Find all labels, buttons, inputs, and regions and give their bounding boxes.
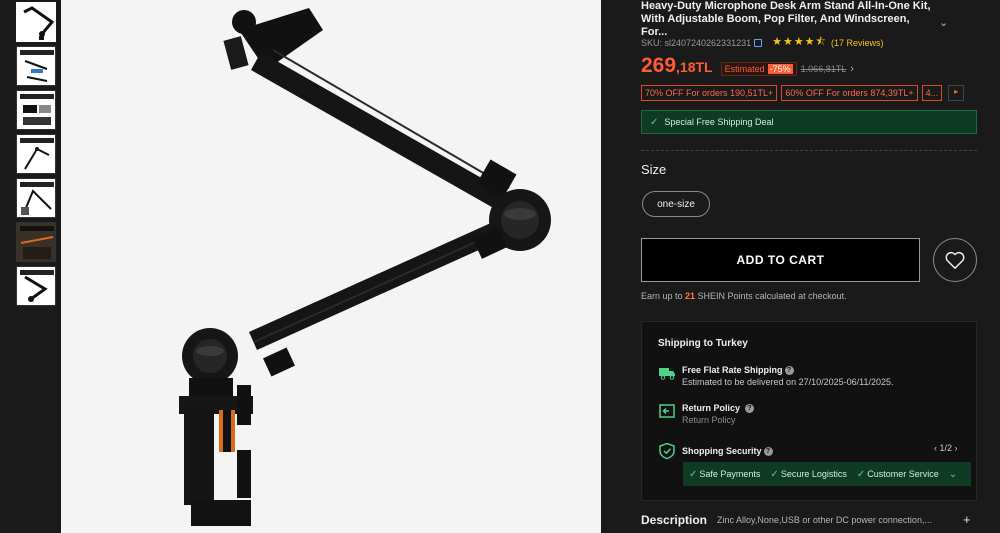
size-label: Size: [641, 162, 667, 177]
thumbnail-4[interactable]: [16, 134, 56, 174]
special-shipping-deal: ✓ Special Free Shipping Deal: [641, 110, 977, 134]
promo-row: 70% OFF For orders 190,51TL+ 60% OFF For…: [641, 85, 965, 101]
thumbnail-3[interactable]: [16, 90, 56, 130]
rating-stars-icon: ★★★★⯪: [772, 36, 827, 48]
chevron-right-icon: ›: [952, 443, 958, 453]
check-icon: ✓: [650, 116, 659, 128]
reviews-link[interactable]: (17 Reviews): [831, 38, 884, 48]
thumbnail-5[interactable]: [16, 178, 56, 218]
description-label: Description: [641, 512, 708, 527]
description-preview: Zinc Alloy,None,USB or other DC power co…: [717, 514, 932, 525]
free-shipping-row: Free Flat Rate Shipping? Estimated to be…: [658, 364, 894, 388]
add-to-cart-button[interactable]: ADD TO CART: [641, 238, 920, 282]
security-pager[interactable]: ‹ 1/2 ›: [934, 443, 958, 453]
copy-icon[interactable]: [754, 38, 763, 47]
estimated-badge: Estimated -75%: [720, 62, 797, 76]
chevron-down-icon[interactable]: ⌄: [939, 16, 948, 29]
product-info-panel: Heavy-Duty Microphone Desk Arm Stand All…: [641, 0, 986, 527]
delivery-estimate: Estimated to be delivered on 27/10/2025-…: [682, 377, 894, 387]
security-item: ✓ Customer Service: [856, 468, 939, 480]
heart-icon: [945, 251, 965, 269]
wishlist-button[interactable]: [933, 238, 977, 282]
original-price: 1.066,81TL: [800, 64, 847, 74]
divider: [641, 150, 977, 151]
sku-rating-row: SKU: sl2407240262331231 ★★★★⯪ (17 Review…: [641, 33, 883, 52]
check-icon: ✓: [856, 468, 866, 480]
return-icon: [659, 404, 675, 418]
thumbnail-2[interactable]: [16, 46, 56, 86]
shopping-security-row: Shopping Security?: [658, 442, 773, 460]
thumbnail-6[interactable]: [16, 222, 56, 262]
price-row: 269 ,18TL Estimated -75% 1.066,81TL ›: [641, 54, 854, 78]
size-option-one-size[interactable]: one-size: [642, 191, 710, 217]
return-policy-row[interactable]: Return Policy? Return Policy: [658, 402, 755, 426]
promo-tag-2[interactable]: 60% OFF For orders 874,39TL+: [781, 85, 918, 101]
shipping-destination: Shipping to Turkey: [658, 338, 748, 349]
shield-icon: [659, 442, 675, 460]
security-title: Shopping Security: [682, 446, 762, 456]
help-icon[interactable]: ?: [763, 447, 773, 457]
sku-text: SKU: sl2407240262331231: [641, 37, 752, 48]
estimated-label: Estimated: [724, 64, 765, 74]
thumbnail-7[interactable]: [16, 266, 56, 306]
return-policy-title: Return Policy: [682, 403, 741, 413]
promo-tag-1[interactable]: 70% OFF For orders 190,51TL+: [641, 85, 778, 101]
truck-icon: [659, 368, 675, 380]
discount-percent: -75%: [767, 64, 793, 74]
promo-next-icon[interactable]: ▸: [948, 85, 965, 101]
points-info: Earn up to 21 SHEIN Points calculated at…: [641, 291, 847, 301]
product-main-image[interactable]: [61, 0, 601, 533]
price-decimal: ,18TL: [676, 59, 713, 75]
help-icon[interactable]: ?: [745, 404, 755, 414]
help-icon[interactable]: ?: [784, 366, 794, 376]
return-policy-sub: Return Policy: [682, 415, 736, 425]
description-row[interactable]: Description Zinc Alloy,None,USB or other…: [641, 512, 977, 527]
thumbnail-1[interactable]: [16, 2, 56, 42]
price-integer: 269: [641, 54, 677, 77]
promo-tag-3[interactable]: 4...: [921, 85, 943, 101]
shipping-info-box: Shipping to Turkey Free Flat Rate Shippi…: [641, 321, 977, 501]
security-strip: ✓ Safe Payments ✓ Secure Logistics ✓ Custom…: [683, 462, 971, 486]
security-item: ✓ Secure Logistics: [770, 468, 847, 480]
chevron-right-icon[interactable]: ›: [850, 63, 854, 75]
plus-icon[interactable]: +: [963, 512, 971, 527]
free-shipping-title: Free Flat Rate Shipping: [682, 365, 783, 375]
thumbnail-list: [16, 2, 58, 310]
check-icon: ✓: [770, 468, 779, 480]
check-icon: ✓: [689, 468, 698, 480]
chevron-down-icon[interactable]: ⌄: [949, 469, 957, 480]
shipping-deal-text: Special Free Shipping Deal: [664, 117, 774, 127]
points-amount: 21: [685, 291, 696, 301]
security-item: ✓ Safe Payments: [689, 468, 761, 480]
